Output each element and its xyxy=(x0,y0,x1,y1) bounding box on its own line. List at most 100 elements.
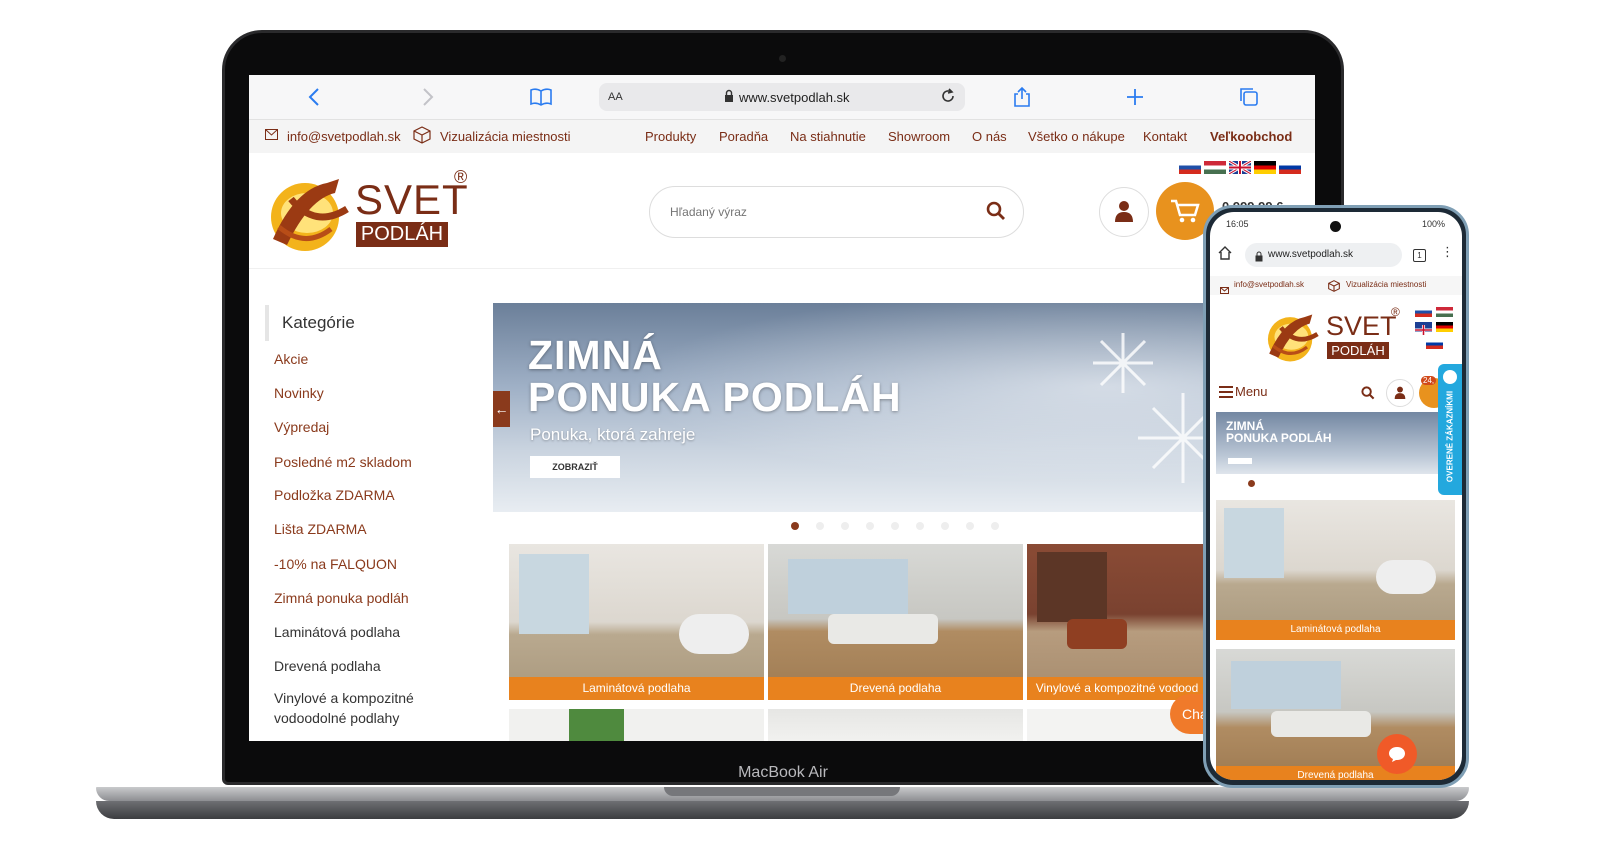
language-flags xyxy=(1179,159,1301,176)
banner-dot[interactable] xyxy=(841,522,849,530)
phone-banner-dot-active[interactable] xyxy=(1248,480,1255,487)
phone-flag-hu-icon[interactable] xyxy=(1436,307,1453,317)
logo-text-podlah: PODLÁH xyxy=(356,222,448,247)
flag-gb-icon[interactable] xyxy=(1228,159,1252,176)
category-laminatova[interactable]: Laminátová podlaha xyxy=(274,624,400,640)
phone-search-icon[interactable] xyxy=(1361,386,1375,405)
phone-flag-gb-icon[interactable] xyxy=(1415,322,1432,335)
hamburger-icon[interactable] xyxy=(1219,385,1233,403)
phone-hero-banner[interactable]: ZIMNÁ PONUKA PODLÁH xyxy=(1216,412,1454,474)
tile-row2-2[interactable] xyxy=(768,709,1023,741)
nav-na-stiahnutie[interactable]: Na stiahnutie xyxy=(790,129,866,144)
nav-o-nas[interactable]: O nás xyxy=(972,129,1007,144)
forward-icon[interactable] xyxy=(415,85,439,109)
nav-vsetko-o-nakupe[interactable]: Všetko o nákupe xyxy=(1028,129,1125,144)
phone-tile-laminatova[interactable]: Laminátová podlaha xyxy=(1216,500,1455,640)
banner-prev-button[interactable]: ← xyxy=(493,391,510,427)
category-vinylove-line1[interactable]: Vinylové a kompozitné xyxy=(274,690,414,706)
nav-showroom[interactable]: Showroom xyxy=(888,129,950,144)
header-divider xyxy=(249,268,1315,269)
tile-sofa xyxy=(1271,711,1371,737)
phone-chat-button[interactable] xyxy=(1377,734,1417,774)
banner-cta-button[interactable]: ZOBRAZIŤ xyxy=(530,456,620,478)
nav-produkty[interactable]: Produkty xyxy=(645,129,696,144)
search-input[interactable] xyxy=(668,201,972,223)
lock-icon xyxy=(724,89,734,108)
search-icon[interactable] xyxy=(986,201,1006,226)
category-vypredaj[interactable]: Výpredaj xyxy=(274,419,329,435)
flag-hu-icon[interactable] xyxy=(1204,161,1226,174)
email-link[interactable]: info@svetpodlah.sk xyxy=(287,129,401,144)
phone-menu-dots-icon[interactable]: ⋮ xyxy=(1441,245,1454,259)
phone-url-text: www.svetpodlah.sk xyxy=(1268,249,1354,260)
phone-tile-drevena[interactable]: Drevená podlaha xyxy=(1216,649,1455,780)
tile-laminatova[interactable]: Laminátová podlaha xyxy=(509,544,764,700)
tabs-icon[interactable] xyxy=(1237,85,1261,109)
user-icon xyxy=(1115,201,1133,222)
banner-title-line2: PONUKA PODLÁH xyxy=(528,374,902,420)
banner-dot[interactable] xyxy=(916,522,924,530)
banner-dot[interactable] xyxy=(891,522,899,530)
nav-kontakt[interactable]: Kontakt xyxy=(1143,129,1187,144)
tile-drevena[interactable]: Drevená podlaha xyxy=(768,544,1023,700)
tile-vinylove[interactable]: Vinylové a kompozitné vodood xyxy=(1027,544,1207,700)
logo-registered-mark: ® xyxy=(454,167,468,187)
category-novinky[interactable]: Novinky xyxy=(274,385,324,401)
hero-banner[interactable]: ZIMNÁ PONUKA PODLÁH Ponuka, ktorá zahrej… xyxy=(493,303,1215,512)
phone-account-button[interactable] xyxy=(1386,379,1414,407)
category-akcie[interactable]: Akcie xyxy=(274,351,308,367)
phone-flag-de-icon[interactable] xyxy=(1436,322,1453,332)
phone-flag-sk-icon[interactable] xyxy=(1415,307,1432,317)
phone-banner-button[interactable] xyxy=(1228,458,1252,464)
category-drevena[interactable]: Drevená podlaha xyxy=(274,658,381,674)
cart-icon xyxy=(1171,199,1200,223)
phone-time: 16:05 xyxy=(1226,219,1249,229)
category-vinylove-line2[interactable]: vodoodolné podlahy xyxy=(274,710,399,726)
laptop-brand-label: MacBook Air xyxy=(738,764,828,781)
new-tab-icon[interactable] xyxy=(1123,85,1147,109)
category-falquon[interactable]: -10% na FALQUON xyxy=(274,556,397,572)
reload-icon[interactable] xyxy=(939,87,957,110)
category-zimna-ponuka[interactable]: Zimná ponuka podláh xyxy=(274,590,409,606)
bookmarks-icon[interactable] xyxy=(529,85,553,109)
tile-caption: Drevená podlaha xyxy=(768,677,1023,700)
address-bar[interactable]: AA www.svetpodlah.sk xyxy=(599,83,965,111)
category-posledne-m2[interactable]: Posledné m2 skladom xyxy=(274,454,412,470)
visualization-link[interactable]: Vizualizácia miestnosti xyxy=(440,129,571,144)
phone-menu-label[interactable]: Menu xyxy=(1235,384,1268,399)
banner-subtitle: Ponuka, ktorá zahreje xyxy=(530,425,696,444)
flag-ru-icon[interactable] xyxy=(1279,161,1301,174)
phone-address-bar[interactable]: www.svetpodlah.sk xyxy=(1245,243,1402,267)
share-icon[interactable] xyxy=(1010,85,1034,109)
phone-tab-count[interactable]: 1 xyxy=(1413,249,1426,262)
verified-customers-tab[interactable]: OVERENÉ ZÁKAZNÍKMI xyxy=(1438,364,1462,495)
category-podlozka-zdarma[interactable]: Podložka ZDARMA xyxy=(274,487,395,503)
banner-dot[interactable] xyxy=(941,522,949,530)
banner-dot[interactable] xyxy=(816,522,824,530)
phone-flag-ru-icon[interactable] xyxy=(1426,339,1443,349)
banner-dot-active[interactable] xyxy=(791,522,799,530)
phone-banner-line2: PONUKA PODLÁH xyxy=(1226,431,1332,445)
flag-de-icon[interactable] xyxy=(1254,161,1276,174)
banner-title-line1: ZIMNÁ xyxy=(528,332,663,378)
flag-sk-icon[interactable] xyxy=(1179,161,1201,174)
tile-chair xyxy=(679,614,749,654)
tile-row2-1[interactable] xyxy=(509,709,764,741)
account-button[interactable] xyxy=(1099,187,1149,237)
phone-battery: 100% xyxy=(1422,219,1446,229)
text-size-button[interactable]: AA xyxy=(608,91,623,103)
banner-dot[interactable] xyxy=(966,522,974,530)
nav-poradna[interactable]: Poradňa xyxy=(719,129,768,144)
phone-email-link[interactable]: info@svetpodlah.sk xyxy=(1234,280,1304,289)
category-lista-zdarma[interactable]: Lišta ZDARMA xyxy=(274,521,367,537)
nav-velkoobchod[interactable]: Veľkoobchod xyxy=(1210,129,1292,144)
banner-dot[interactable] xyxy=(991,522,999,530)
phone-visualization-link[interactable]: Vizualizácia miestnosti xyxy=(1346,280,1426,289)
sidebar-title: Kategórie xyxy=(282,313,355,332)
top-strip: info@svetpodlah.sk Vizualizácia miestnos… xyxy=(249,120,1315,153)
home-icon[interactable] xyxy=(1218,246,1232,265)
back-icon[interactable] xyxy=(303,85,327,109)
url-text: www.svetpodlah.sk xyxy=(739,90,850,105)
phone-logo-mark-icon[interactable] xyxy=(1264,308,1324,373)
banner-dot[interactable] xyxy=(866,522,874,530)
